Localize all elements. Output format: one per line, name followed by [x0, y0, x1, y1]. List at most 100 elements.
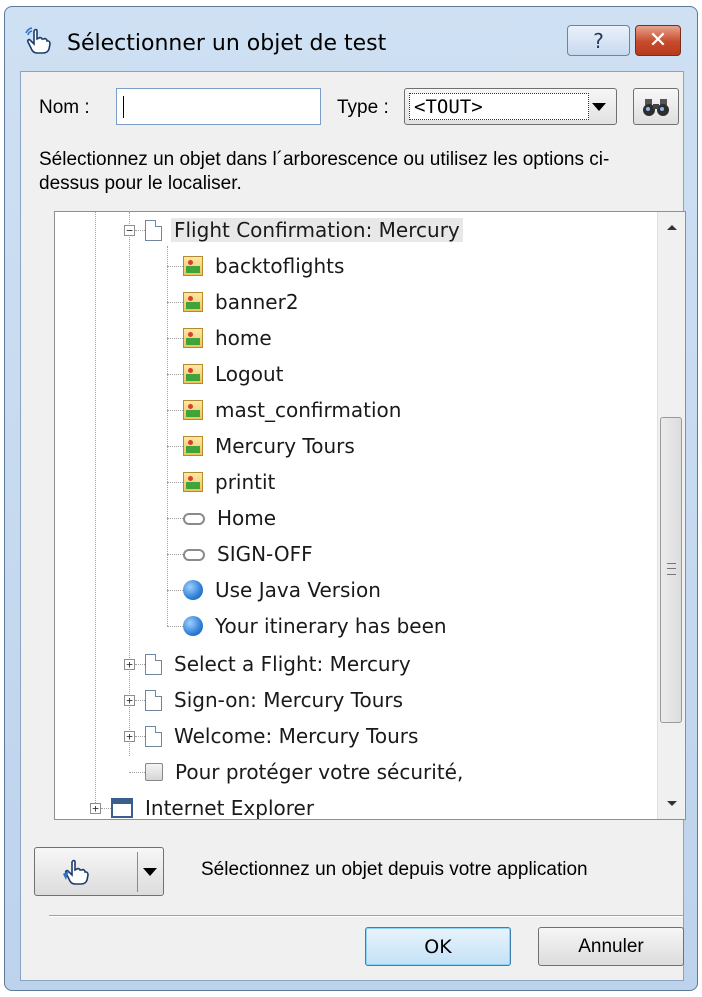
tree-connector — [167, 410, 183, 411]
close-button[interactable]: ✕ — [635, 25, 681, 56]
vertical-scrollbar[interactable] — [657, 212, 685, 819]
tree-connector — [135, 230, 145, 231]
image-icon — [183, 256, 203, 276]
image-icon — [183, 400, 203, 420]
tree-item[interactable]: Mercury Tours — [183, 429, 358, 463]
scrollbar-thumb[interactable] — [660, 417, 682, 723]
tree-item-label: banner2 — [215, 290, 299, 314]
divider — [49, 915, 683, 917]
chevron-up-icon — [666, 225, 677, 230]
tree-item[interactable]: Your itinerary has been — [183, 609, 450, 643]
type-select-value: <TOUT> — [409, 93, 589, 120]
page-icon — [145, 219, 162, 241]
nom-input[interactable] — [116, 88, 321, 125]
tree-item[interactable]: printit — [183, 465, 278, 499]
tree-item[interactable]: SIGN-OFF — [183, 537, 316, 571]
cancel-button[interactable]: Annuler — [538, 927, 684, 966]
web-element-icon — [183, 580, 203, 600]
help-button[interactable]: ? — [567, 25, 630, 56]
chevron-down-icon[interactable] — [143, 868, 157, 876]
image-icon — [183, 472, 203, 492]
tree-item[interactable]: Welcome: Mercury Tours — [145, 719, 421, 753]
tree-connector — [167, 482, 183, 483]
dialog-window: Sélectionner un objet de test ? ✕ Nom : … — [4, 6, 698, 991]
window-title: Sélectionner un objet de test — [67, 31, 387, 56]
tree-item-label: Logout — [215, 362, 284, 386]
tree-connector — [129, 772, 145, 773]
expand-toggle[interactable]: + — [124, 659, 135, 670]
scroll-down-button[interactable] — [658, 789, 685, 819]
tree-item[interactable]: home — [183, 321, 275, 355]
page-icon — [145, 689, 162, 711]
tree-item[interactable]: banner2 — [183, 285, 302, 319]
tree-connector — [167, 266, 183, 267]
tree-item[interactable]: Flight Confirmation: Mercury — [145, 213, 463, 247]
image-icon — [183, 436, 203, 456]
image-icon — [183, 364, 203, 384]
expand-toggle[interactable]: + — [124, 731, 135, 742]
object-tree[interactable]: − + + + + Flight Confirmation: Mercury b… — [54, 211, 686, 820]
tree-item-label: Use Java Version — [215, 578, 381, 602]
scroll-up-button[interactable] — [658, 212, 685, 242]
tree-item-label: Home — [217, 506, 277, 530]
ok-button[interactable]: OK — [365, 927, 511, 966]
tree-connector — [135, 700, 145, 701]
image-icon — [183, 328, 203, 348]
pick-object-button[interactable] — [34, 847, 164, 896]
tree-item[interactable]: Use Java Version — [183, 573, 384, 607]
find-button[interactable] — [633, 88, 679, 125]
binoculars-icon — [643, 98, 669, 116]
tree-connector — [167, 554, 183, 555]
tree-item-label: Sign-on: Mercury Tours — [174, 688, 404, 712]
expand-toggle[interactable]: + — [90, 803, 101, 814]
tree-guide-line — [95, 212, 96, 809]
tree-connector — [167, 338, 183, 339]
chevron-down-icon — [666, 801, 677, 806]
grip-icon — [667, 563, 676, 575]
page-icon — [145, 725, 162, 747]
tree-item-label: Your itinerary has been — [215, 614, 447, 638]
type-select[interactable]: <TOUT> — [404, 88, 617, 125]
tree-connector — [167, 446, 183, 447]
tree-item[interactable]: Internet Explorer — [111, 791, 317, 820]
tree-item-label: Select a Flight: Mercury — [174, 652, 411, 676]
link-icon — [183, 513, 205, 525]
tree-item[interactable]: Pour protéger votre sécurité, — [145, 755, 466, 789]
tree-item-label: Pour protéger votre sécurité, — [175, 760, 464, 784]
pick-object-label: Sélectionnez un objet depuis votre appli… — [201, 859, 588, 880]
tree-connector — [101, 808, 111, 809]
hand-pointer-icon — [25, 27, 51, 54]
tree-item[interactable]: Home — [183, 501, 279, 535]
dialog-body: Nom : Type : <TOUT> Sélectionnez un obje… — [20, 71, 686, 981]
image-icon — [183, 292, 203, 312]
tree-item-label: Internet Explorer — [145, 796, 315, 820]
tree-connector — [167, 302, 183, 303]
nom-label: Nom : — [39, 97, 90, 118]
tree-item[interactable]: Sign-on: Mercury Tours — [145, 683, 406, 717]
tree-guide-line — [129, 212, 130, 756]
text-caret — [123, 96, 124, 118]
tree-item[interactable]: backtoflights — [183, 249, 347, 283]
tree-connector — [167, 374, 183, 375]
instructions-text: Sélectionnez un objet dans l´arborescenc… — [39, 149, 610, 194]
tree-item-label: SIGN-OFF — [217, 542, 313, 566]
link-icon — [183, 549, 205, 561]
tree-item-label: home — [215, 326, 272, 350]
expand-toggle[interactable]: + — [124, 695, 135, 706]
web-element-icon — [183, 616, 203, 636]
tree-connector — [167, 590, 183, 591]
page-icon — [145, 653, 162, 675]
tree-item-label: Welcome: Mercury Tours — [174, 724, 419, 748]
tree-item[interactable]: Logout — [183, 357, 286, 391]
tree-item-label: Mercury Tours — [215, 434, 355, 458]
tree-item[interactable]: mast_confirmation — [183, 393, 404, 427]
help-icon: ? — [593, 28, 604, 53]
tree-connector — [135, 664, 145, 665]
close-icon: ✕ — [648, 28, 668, 53]
tree-item[interactable]: Select a Flight: Mercury — [145, 647, 414, 681]
split-button-divider — [137, 852, 138, 892]
chevron-down-icon — [592, 103, 606, 111]
collapse-toggle[interactable]: − — [124, 225, 135, 236]
tree-guide-line — [167, 246, 168, 626]
title-bar[interactable]: Sélectionner un objet de test ? ✕ — [5, 7, 697, 71]
